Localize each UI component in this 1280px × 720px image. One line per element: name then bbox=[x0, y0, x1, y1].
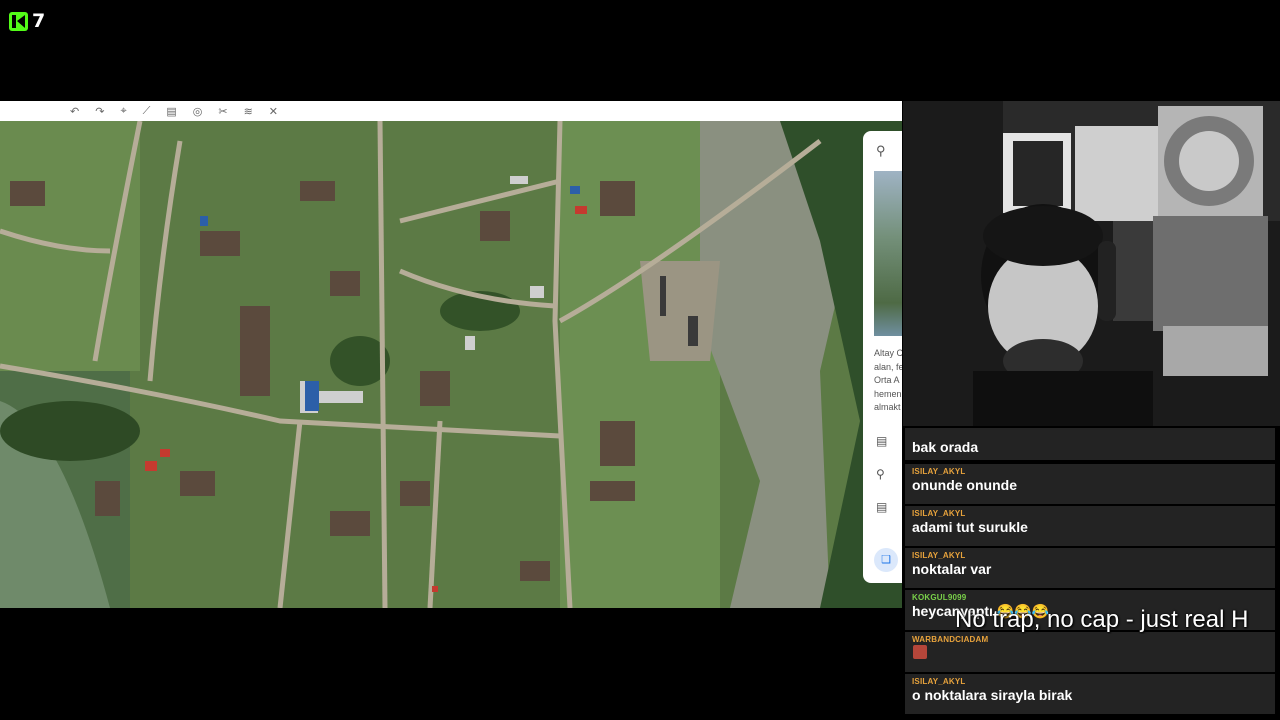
chat-username[interactable]: ISILAY_AKYL bbox=[912, 677, 965, 686]
stream-caption: No trap, no cap - just real H bbox=[955, 606, 1249, 633]
kick-brand: 7 bbox=[9, 10, 45, 32]
description-line: almakt bbox=[874, 402, 901, 412]
chat-username[interactable]: ISILAY_AKYL bbox=[912, 509, 965, 518]
chat-message-text: onunde onunde bbox=[912, 477, 1017, 493]
undo-icon[interactable]: ↶ bbox=[70, 105, 79, 118]
streamer-video bbox=[903, 101, 1280, 426]
location-pin-icon[interactable]: ⚲ bbox=[876, 467, 885, 481]
chat-message-text: noktalar var bbox=[912, 561, 992, 577]
satellite-map[interactable] bbox=[0, 121, 902, 608]
description-line: hemen bbox=[874, 388, 902, 399]
table-icon[interactable]: ▤ bbox=[876, 500, 887, 514]
place-info-panel: ⚲ Altay C alan, fe Orta A hemen almakt ▤… bbox=[863, 131, 902, 583]
chat-username[interactable]: KOKGUL9099 bbox=[912, 593, 966, 602]
webcam-feed bbox=[903, 101, 1280, 426]
description-line: Orta A bbox=[874, 375, 900, 385]
map-toolbar: ↶ ↷ ⌖ ⟋ ▤ ◎ ✂ ≋ ✕ bbox=[0, 101, 902, 121]
chat-username[interactable]: ISILAY_AKYL bbox=[912, 551, 965, 560]
layers-icon[interactable]: ▤ bbox=[166, 105, 176, 118]
kick-logo-icon bbox=[9, 11, 28, 31]
viewer-count: 7 bbox=[32, 10, 46, 32]
table-icon[interactable]: ▤ bbox=[876, 434, 887, 448]
directions-icon[interactable]: ✂ bbox=[218, 105, 227, 118]
chat-message: ISILAY_AKYL noktalar var bbox=[905, 548, 1275, 588]
close-icon[interactable]: ✕ bbox=[269, 105, 278, 118]
chat-message: WARBANDCIADAM bbox=[905, 632, 1275, 672]
chat-message: ISILAY_AKYL adami tut surukle bbox=[905, 506, 1275, 546]
chat-username[interactable]: ISILAY_AKYL bbox=[912, 467, 965, 476]
chat-panel: bak orada ISILAY_AKYL onunde onunde ISIL… bbox=[905, 428, 1275, 720]
chat-message: bak orada bbox=[905, 428, 1275, 460]
redo-icon[interactable]: ↷ bbox=[95, 105, 104, 118]
line-icon[interactable]: ⟋ bbox=[143, 105, 151, 118]
chat-message: ISILAY_AKYL onunde onunde bbox=[905, 464, 1275, 504]
marker-icon[interactable]: ⌖ bbox=[120, 105, 126, 118]
stack-icon[interactable]: ≋ bbox=[244, 105, 253, 118]
chat-message-text: adami tut surukle bbox=[912, 519, 1028, 535]
chat-message: ISILAY_AKYL o noktalara sirayla birak bbox=[905, 674, 1275, 714]
chat-username[interactable]: WARBANDCIADAM bbox=[912, 635, 988, 644]
description-line: Altay C bbox=[874, 348, 902, 358]
screen-share: ↶ ↷ ⌖ ⟋ ▤ ◎ ✂ ≋ ✕ bbox=[0, 101, 902, 608]
emote-icon bbox=[913, 645, 927, 659]
description-line: alan, fe bbox=[874, 361, 902, 372]
chat-message-text: bak orada bbox=[912, 439, 979, 455]
place-photo[interactable] bbox=[874, 171, 902, 336]
chat-message-text: o noktalara sirayla birak bbox=[912, 687, 1073, 703]
measure-icon[interactable]: ◎ bbox=[193, 105, 203, 118]
place-description: Altay C alan, fe Orta A hemen almakt bbox=[874, 347, 902, 415]
location-pin-icon[interactable]: ⚲ bbox=[876, 143, 886, 159]
bookmark-icon[interactable]: ❑ bbox=[874, 548, 898, 572]
